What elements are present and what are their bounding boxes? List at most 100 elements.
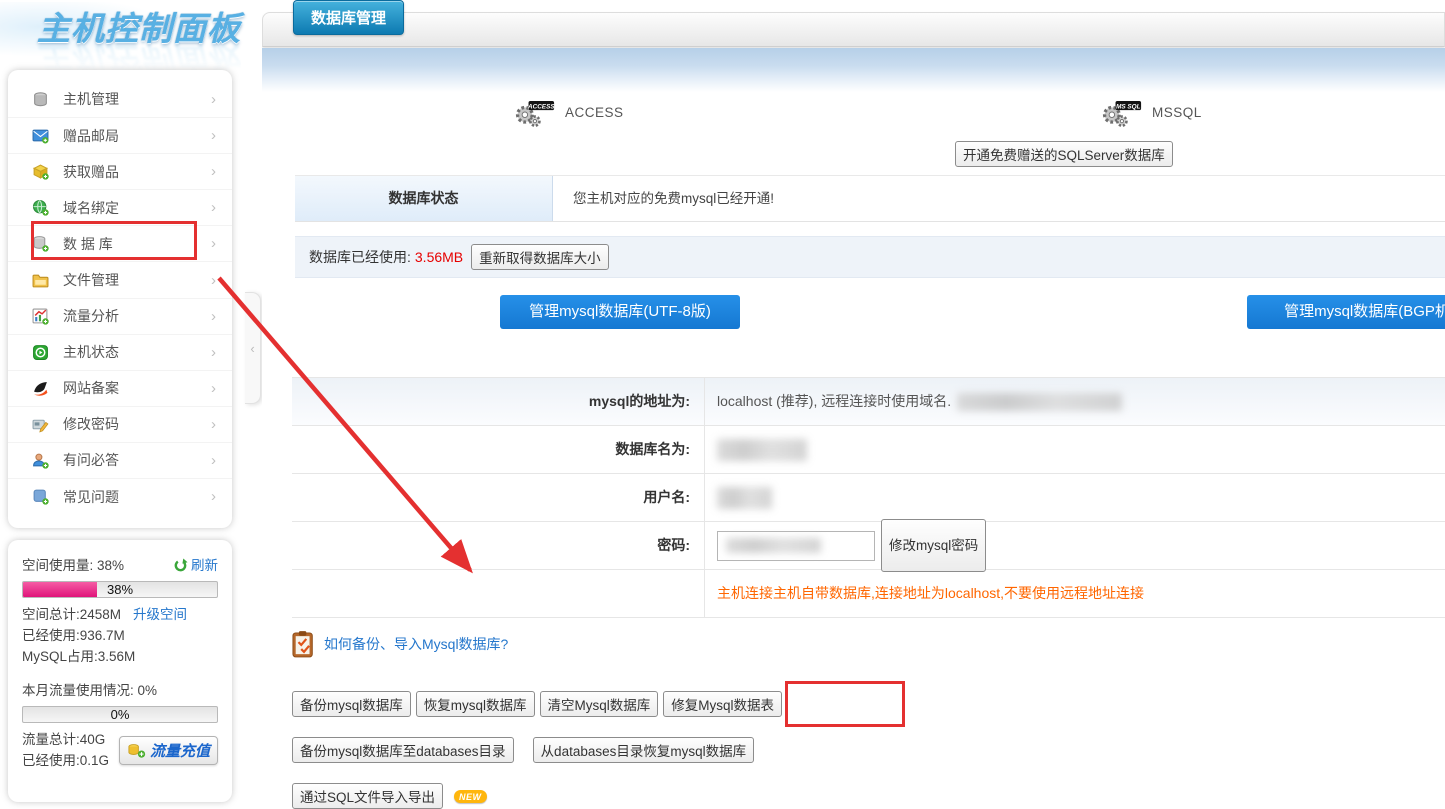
sidebar-item-label: 修改密码: [63, 414, 119, 434]
chevron-right-icon: ›: [211, 91, 216, 108]
sidebar-item-mail[interactable]: 赠品邮局 ›: [8, 117, 232, 153]
backup-to-databases-dir-button[interactable]: 备份mysql数据库至databases目录: [292, 737, 514, 763]
clipboard-check-icon: [292, 630, 316, 658]
chevron-left-icon: ‹: [250, 341, 254, 356]
sidebar-item-label: 文件管理: [63, 270, 119, 290]
db-type-access: ACCESS ACCESS: [513, 97, 624, 127]
sidebar-item-label: 有问必答: [63, 450, 119, 470]
action-button-row-2: 备份mysql数据库至databases目录 从databases目录恢复mys…: [292, 737, 754, 763]
chevron-right-icon: ›: [211, 199, 216, 216]
sidebar-item-qa[interactable]: 有问必答 ›: [8, 442, 232, 478]
refresh-icon: [173, 558, 188, 573]
traffic-progress-text: 0%: [23, 707, 217, 723]
sidebar-item-database[interactable]: 数 据 库 ›: [8, 225, 232, 261]
sidebar-collapse-handle[interactable]: ‹: [245, 292, 261, 404]
database-icon: [32, 235, 49, 252]
redacted-password: [726, 538, 821, 553]
chart-icon: [32, 308, 49, 325]
refresh-link[interactable]: 刷新: [173, 555, 218, 576]
refresh-db-size-button[interactable]: 重新取得数据库大小: [471, 244, 609, 270]
sidebar-item-traffic-analysis[interactable]: 流量分析 ›: [8, 298, 232, 334]
restore-from-databases-dir-button[interactable]: 从databases目录恢复mysql数据库: [533, 737, 755, 763]
sidebar-menu: 主机管理 › 赠品邮局 › 获取赠品 › 域名绑定 › 数 据 库 › 文件管理…: [8, 70, 232, 528]
address-value: localhost (推荐), 远程连接时使用域名.: [717, 378, 951, 425]
sidebar-item-host-status[interactable]: 主机状态 ›: [8, 334, 232, 370]
change-mysql-password-button[interactable]: 修改mysql密码: [881, 519, 986, 572]
traffic-recharge-label: 流量充值: [150, 740, 210, 761]
backup-mysql-button[interactable]: 备份mysql数据库: [292, 691, 411, 717]
db-usage-strip: 数据库已经使用: 3.56MB 重新取得数据库大小: [295, 236, 1445, 278]
sidebar-item-gift[interactable]: 获取赠品 ›: [8, 153, 232, 189]
access-badge-text: ACCESS: [527, 103, 555, 110]
gears-access-icon: ACCESS: [513, 97, 555, 127]
manage-mysql-utf8-button[interactable]: 管理mysql数据库(UTF-8版): [500, 295, 740, 329]
space-used-label: 已经使用:936.7M: [22, 625, 125, 646]
connection-note: 主机连接主机自带数据库,连接地址为localhost,不要使用远程地址连接: [717, 570, 1144, 617]
chevron-right-icon: ›: [211, 235, 216, 252]
sidebar-item-change-password[interactable]: 修改密码 ›: [8, 406, 232, 442]
sidebar-item-website-record[interactable]: 网站备案 ›: [8, 370, 232, 406]
traffic-recharge-button[interactable]: 流量充值: [119, 736, 218, 765]
manage-mysql-bgp-button[interactable]: 管理mysql数据库(BGP机: [1247, 295, 1445, 329]
sidebar-item-faq[interactable]: 常见问题 ›: [8, 478, 232, 514]
new-badge: NEW: [454, 790, 487, 803]
chevron-right-icon: ›: [211, 272, 216, 289]
chevron-right-icon: ›: [211, 344, 216, 361]
chevron-right-icon: ›: [211, 416, 216, 433]
tab-database-management[interactable]: 数据库管理: [293, 0, 404, 35]
dbname-label: 数据库名为:: [292, 426, 705, 473]
sidebar-item-file-manage[interactable]: 文件管理 ›: [8, 261, 232, 297]
server-icon: [32, 91, 49, 108]
password-input[interactable]: [717, 531, 875, 561]
space-total-label: 空间总计:2458M: [22, 604, 121, 625]
globe-icon: [32, 199, 49, 216]
open-sqlserver-button[interactable]: 开通免费赠送的SQLServer数据库: [955, 141, 1173, 167]
chevron-right-icon: ›: [211, 452, 216, 469]
sidebar-item-label: 常见问题: [63, 487, 119, 507]
space-usage-progressbar: 38%: [22, 581, 218, 598]
table-row-note: 主机连接主机自带数据库,连接地址为localhost,不要使用远程地址连接: [292, 570, 1445, 618]
db-type-mssql-label: MSSQL: [1152, 105, 1202, 120]
sidebar-item-label: 获取赠品: [63, 162, 119, 182]
record-icon: [32, 380, 49, 397]
redacted-dbname: [717, 439, 807, 461]
traffic-total-label: 流量总计:40G: [22, 729, 105, 750]
restore-mysql-button[interactable]: 恢复mysql数据库: [416, 691, 535, 717]
space-usage-label: 空间使用量: 38%: [22, 555, 124, 576]
db-type-mssql: MS SQL MSSQL: [1100, 97, 1202, 127]
mysql-info-table: mysql的地址为: localhost (推荐), 远程连接时使用域名. 数据…: [292, 377, 1445, 618]
action-button-row-1: 备份mysql数据库 恢复mysql数据库 清空Mysql数据库 修复Mysql…: [292, 691, 782, 717]
backup-import-help-link[interactable]: 如何备份、导入Mysql数据库?: [324, 634, 508, 654]
status-icon: [32, 344, 49, 361]
sql-badge-text: MS SQL: [1116, 103, 1141, 110]
db-usage-value: 3.56MB: [415, 249, 463, 265]
clear-mysql-button[interactable]: 清空Mysql数据库: [540, 691, 659, 717]
folder-icon: [32, 272, 49, 289]
sidebar-item-label: 赠品邮局: [63, 126, 119, 146]
sidebar-item-host-manage[interactable]: 主机管理 ›: [8, 81, 232, 117]
space-usage-progress-text: 38%: [23, 582, 217, 598]
mail-icon: [32, 127, 49, 144]
sql-import-export-button[interactable]: 通过SQL文件导入导出: [292, 783, 443, 809]
traffic-used-label: 已经使用:0.1G: [22, 750, 109, 771]
db-type-access-label: ACCESS: [565, 105, 624, 120]
gift-icon: [32, 163, 49, 180]
db-status-header: 数据库状态: [295, 176, 553, 221]
password-label: 密码:: [292, 522, 705, 569]
sidebar-item-label: 流量分析: [63, 306, 119, 326]
repair-mysql-tables-button[interactable]: 修复Mysql数据表: [663, 691, 782, 717]
sidebar-item-domain-bind[interactable]: 域名绑定 ›: [8, 189, 232, 225]
sidebar-item-label: 网站备案: [63, 378, 119, 398]
upgrade-space-link[interactable]: 升级空间: [133, 604, 187, 625]
sidebar-item-label: 主机状态: [63, 342, 119, 362]
mysql-used-label: MySQL占用:3.56M: [22, 646, 135, 667]
gears-sql-icon: MS SQL: [1100, 97, 1142, 127]
address-label: mysql的地址为:: [292, 378, 705, 425]
main-content: 数据库管理 ACCESS ACCESS MS SQL MSSQL 开通免费赠送的…: [262, 0, 1445, 809]
usage-stats-panel: 空间使用量: 38% 刷新 38% 空间总计:2458M 升级空间 已经使用:9…: [8, 540, 232, 802]
chevron-right-icon: ›: [211, 488, 216, 505]
refresh-link-label: 刷新: [191, 555, 218, 576]
redacted-username: [717, 487, 772, 509]
table-row-address: mysql的地址为: localhost (推荐), 远程连接时使用域名.: [292, 378, 1445, 426]
redacted-domain: [957, 393, 1122, 411]
